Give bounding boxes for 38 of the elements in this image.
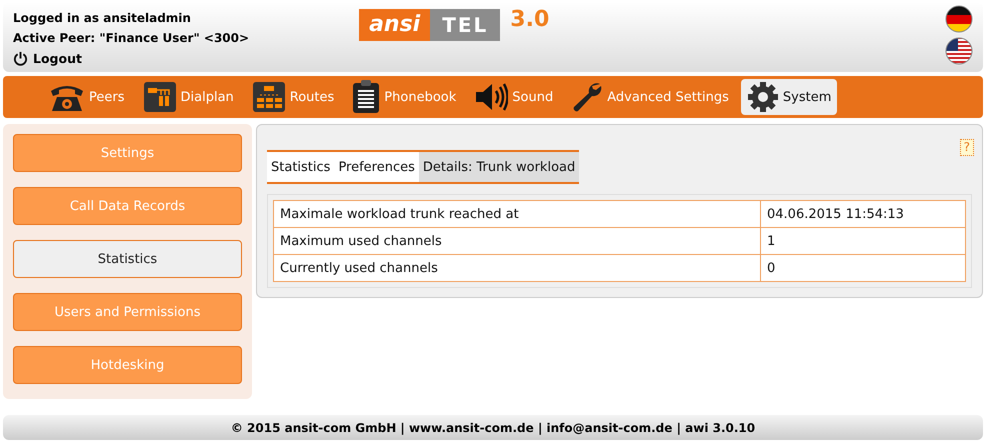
gear-icon	[746, 81, 779, 113]
tab[interactable]: Statistics	[267, 152, 334, 182]
help-button[interactable]: ?	[960, 139, 974, 156]
nav-tab[interactable]: Phonebook	[346, 79, 462, 115]
logout-link[interactable]: Logout	[13, 51, 250, 66]
nav-tab[interactable]: Advanced Settings	[565, 79, 735, 115]
table-cell: 1	[760, 228, 966, 254]
active-peer: Active Peer: "Finance User" <300>	[13, 31, 250, 45]
logo-left: ansi	[359, 9, 430, 41]
sidebar-button[interactable]: Settings	[13, 134, 242, 172]
sidebar-button[interactable]: Call Data Records	[13, 187, 242, 225]
tab[interactable]: Preferences	[334, 152, 419, 182]
flowchart-icon	[142, 81, 176, 113]
sidebar-button[interactable]: Users and Permissions	[13, 293, 242, 331]
wrench-icon	[571, 81, 604, 113]
grid-icon	[252, 81, 286, 113]
tab[interactable]: Details: Trunk workload	[418, 152, 580, 182]
sidebar-button[interactable]: Hotdesking	[13, 346, 242, 384]
table-cell: Currently used channels	[274, 254, 760, 282]
logo-right: TEL	[430, 9, 500, 41]
nav-tab[interactable]: Routes	[246, 79, 340, 115]
table-cell: Maximum used channels	[274, 228, 760, 254]
sidebar-button[interactable]: Statistics	[13, 240, 242, 278]
nav-tab[interactable]: Peers	[43, 79, 130, 115]
table-cell: 04.06.2015 11:54:13	[760, 200, 966, 228]
table-cell: Maximale workload trunk reached at	[274, 200, 760, 228]
table-cell: 0	[760, 254, 966, 282]
clipboard-icon	[352, 80, 380, 114]
us-flag-icon[interactable]	[945, 37, 973, 65]
logo-version: 3.0	[510, 9, 550, 31]
nav-tab[interactable]: Dialplan	[136, 79, 240, 115]
nav-tab[interactable]: System	[740, 79, 838, 115]
footer-text: © 2015 ansit-com GmbH | www.ansit-com.de | info@ansit-com.de | awi 3.0.10	[230, 420, 756, 434]
nav-tab[interactable]: Sound	[468, 79, 560, 115]
german-flag-icon[interactable]	[945, 5, 973, 33]
speaker-icon	[474, 82, 508, 112]
logged-in-user: Logged in as ansiteladmin	[13, 11, 192, 25]
power-icon	[13, 51, 28, 66]
